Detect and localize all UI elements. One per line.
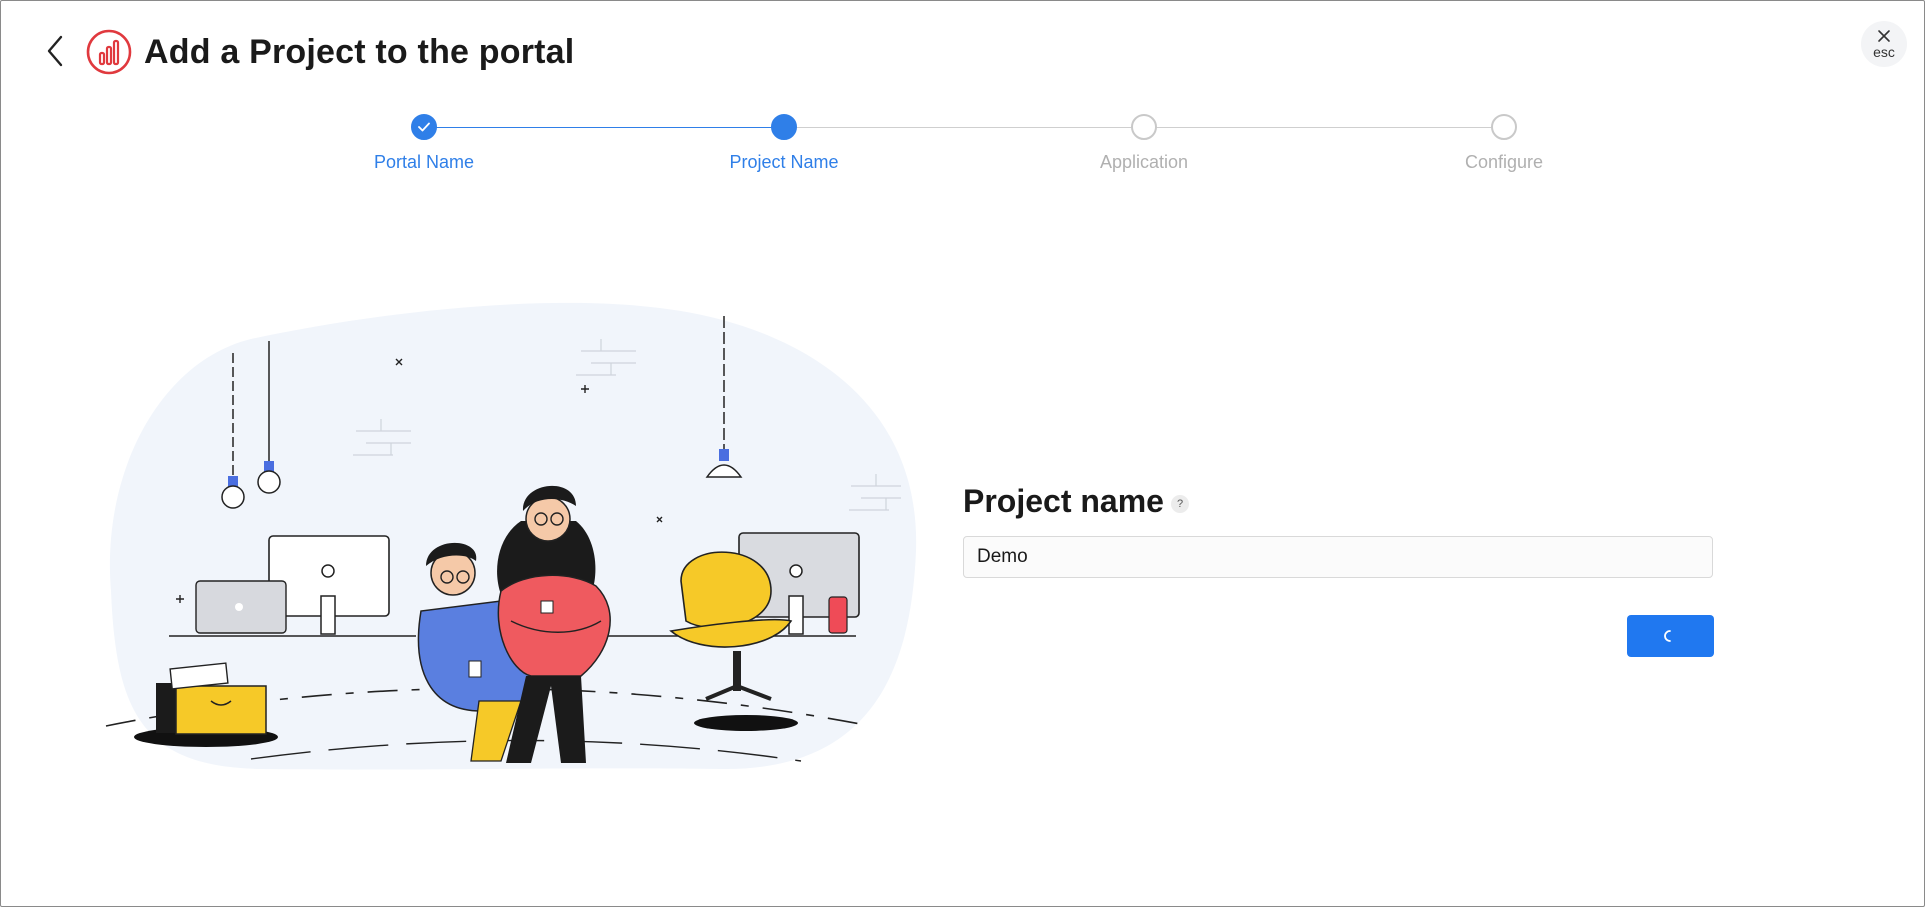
analytics-logo-icon <box>86 29 132 75</box>
check-icon <box>418 122 430 132</box>
close-label: esc <box>1873 44 1895 60</box>
next-button[interactable] <box>1627 615 1714 657</box>
close-icon <box>1878 30 1890 42</box>
step-configure[interactable]: Configure <box>1404 114 1604 173</box>
step-application[interactable]: Application <box>1044 114 1244 173</box>
step-label: Configure <box>1464 152 1544 172</box>
step-pending-dot <box>1491 114 1517 140</box>
step-project-name[interactable]: Project Name <box>684 114 884 173</box>
step-complete-dot <box>411 114 437 140</box>
office-illustration <box>105 302 917 770</box>
close-button[interactable]: esc <box>1861 21 1907 67</box>
project-name-heading: Project name <box>963 483 1164 519</box>
progress-stepper: Portal Name Project Name Application Con… <box>1 101 1925 181</box>
help-icon[interactable]: ? <box>1171 495 1189 513</box>
step-label: Portal Name <box>373 152 475 172</box>
project-name-input[interactable] <box>963 536 1713 578</box>
chevron-left-icon <box>47 35 63 67</box>
step-portal-name[interactable]: Portal Name <box>324 114 524 173</box>
step-label: Application <box>1099 152 1189 172</box>
step-pending-dot <box>1131 114 1157 140</box>
spinner-icon <box>1664 630 1671 642</box>
step-active-dot <box>771 114 797 140</box>
step-label: Project Name <box>729 152 839 172</box>
back-button[interactable] <box>41 29 71 73</box>
page-title: Add a Project to the portal <box>144 33 575 71</box>
dialog-window: Add a Project to the portal esc Portal N… <box>0 0 1925 907</box>
